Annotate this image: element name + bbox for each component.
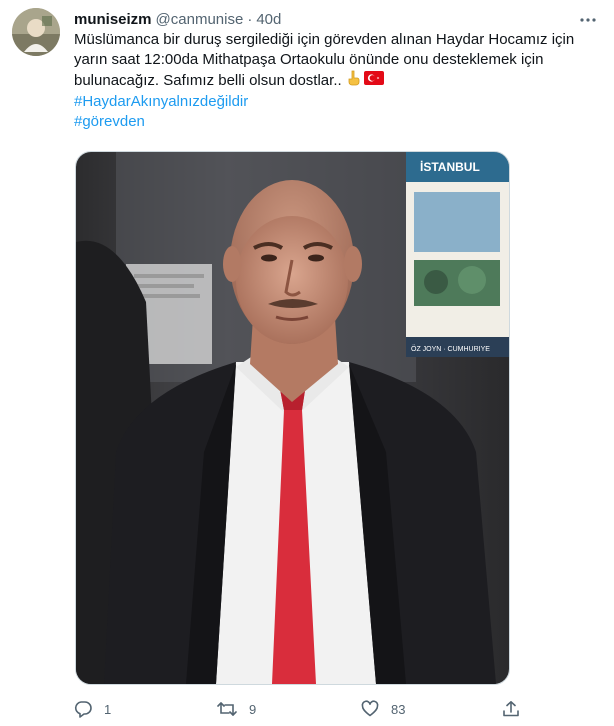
- like-button[interactable]: 83: [361, 694, 405, 724]
- turkish-flag-emoji: [363, 71, 384, 91]
- reply-icon: [74, 701, 92, 718]
- heart-icon: [361, 700, 379, 717]
- tweet[interactable]: muniseizm @canmunise · 40d Müslümanca bi…: [0, 0, 614, 726]
- like-count: 83: [391, 701, 406, 717]
- tweet-text: Müslümanca bir duruş sergilediği için gö…: [74, 30, 604, 132]
- more-icon: [580, 18, 596, 22]
- timestamp[interactable]: 40d: [256, 11, 281, 28]
- separator: ·: [247, 10, 253, 28]
- poster-title: İSTANBUL: [420, 159, 480, 174]
- more-options-button[interactable]: [576, 8, 600, 32]
- share-button[interactable]: [502, 694, 520, 724]
- reply-count: 1: [104, 701, 112, 717]
- reply-button[interactable]: 1: [74, 694, 111, 724]
- share-icon: [503, 701, 519, 717]
- avatar-image: [12, 8, 60, 56]
- hashtag-link[interactable]: #HaydarAkınyalnızdeğildir: [74, 92, 604, 112]
- tweet-header: muniseizm @canmunise · 40d: [74, 9, 281, 29]
- poster-footer: ÖZ JOYN · CUMHURIYE: [411, 345, 490, 353]
- tweet-photo[interactable]: İSTANBUL ÖZ JOYN · CUMHURIYE: [75, 151, 510, 685]
- tweet-text-line: yarın saat 12:00da Mithatpaşa Ortaokulu …: [74, 51, 544, 68]
- tweet-text-line-last: bulunacağız. Safımız belli olsun dostlar…: [74, 70, 604, 92]
- pointing-up-emoji: [345, 70, 361, 92]
- hashtag-link[interactable]: #görevden: [74, 112, 604, 132]
- retweet-count: 9: [249, 701, 257, 717]
- retweet-icon: [217, 702, 237, 716]
- display-name[interactable]: muniseizm: [74, 11, 152, 28]
- tweet-text-line: Müslümanca bir duruş sergilediği için gö…: [74, 31, 575, 48]
- photo-image: İSTANBUL ÖZ JOYN · CUMHURIYE: [76, 152, 509, 684]
- retweet-button[interactable]: 9: [217, 694, 256, 724]
- avatar[interactable]: [12, 8, 60, 56]
- tweet-actions: 1 9 83: [74, 694, 534, 724]
- user-handle[interactable]: @canmunise: [156, 11, 244, 28]
